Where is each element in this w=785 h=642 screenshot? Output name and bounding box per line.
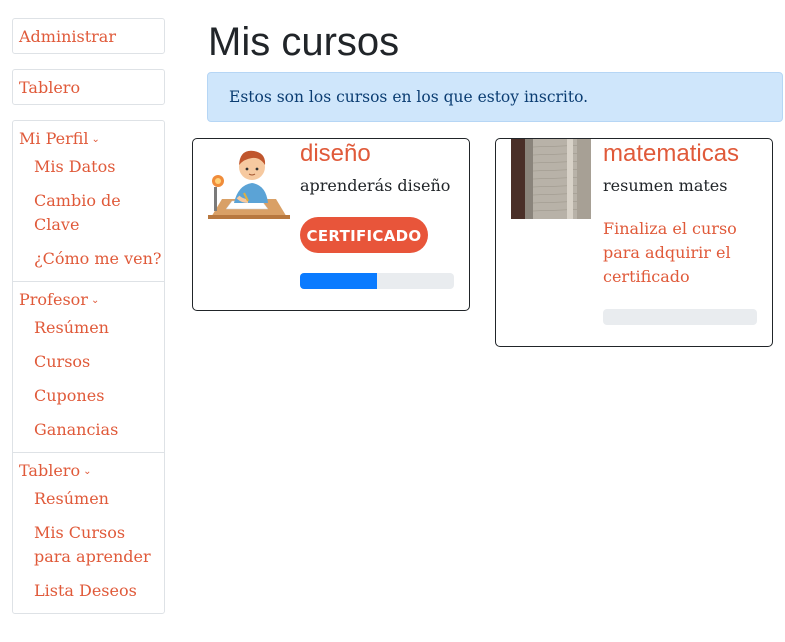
sidebar-item-cursos[interactable]: Cursos [13, 350, 90, 374]
certificate-button[interactable]: CERTIFICADO [300, 217, 428, 253]
course-thumbnail-notebook[interactable] [511, 139, 591, 219]
sidebar-item-cambio-clave[interactable]: Cambio de Clave [13, 189, 144, 237]
divider [13, 452, 164, 453]
info-alert: Estos son los cursos en los que estoy in… [207, 72, 783, 122]
sidebar-box-tablero: Tablero [12, 69, 165, 105]
chevron-down-icon: ⌄ [91, 134, 100, 145]
sidebar-section-tablero[interactable]: Tablero ⌄ [13, 460, 91, 483]
sidebar-item-administrar[interactable]: Administrar [13, 26, 164, 48]
sidebar-item-mis-cursos[interactable]: Mis Cursos para aprender [13, 521, 154, 569]
sidebar-menu: Mi Perfil ⌄ Mis Datos Cambio de Clave ¿Có… [12, 120, 165, 614]
sidebar-section-label: Tablero [19, 461, 81, 480]
course-title[interactable]: diseño [300, 140, 371, 168]
progress-fill [300, 273, 377, 289]
course-card: diseño aprenderás diseño CERTIFICADO [192, 138, 470, 311]
sidebar-section-mi-perfil[interactable]: Mi Perfil ⌄ [13, 128, 100, 151]
sidebar-item-resumen[interactable]: Resúmen [13, 487, 109, 511]
chevron-down-icon: ⌄ [83, 466, 92, 477]
chevron-down-icon: ⌄ [90, 295, 100, 306]
sidebar-item-ganancias[interactable]: Ganancias [13, 418, 118, 442]
sidebar-section-label: Profesor [19, 290, 88, 309]
course-description: resumen mates [603, 176, 728, 195]
course-thumbnail-boy-drawing[interactable] [208, 143, 290, 219]
sidebar-item-mis-datos[interactable]: Mis Datos [13, 155, 115, 179]
page-title: Mis cursos [208, 20, 400, 64]
sidebar-item-tablero[interactable]: Tablero [13, 77, 164, 99]
sidebar-section-profesor[interactable]: Profesor ⌄ [13, 289, 99, 312]
course-description: aprenderás diseño [300, 176, 451, 195]
sidebar-item-cupones[interactable]: Cupones [13, 384, 104, 408]
sidebar-item-lista-deseos[interactable]: Lista Deseos [13, 579, 137, 603]
sidebar-section-label: Mi Perfil [19, 129, 89, 148]
course-progress-bar [300, 273, 454, 289]
sidebar-item-resumen[interactable]: Resúmen [13, 316, 109, 340]
sidebar-box-administrar: Administrar [12, 18, 165, 54]
course-progress-bar [603, 309, 757, 325]
finish-course-note: Finaliza el curso para adquirir el certi… [603, 219, 737, 286]
course-title[interactable]: matematicas [603, 140, 739, 168]
sidebar-item-como-me-ven[interactable]: ¿Cómo me ven? [13, 247, 161, 271]
course-card: matematicas resumen mates Finaliza el cu… [495, 138, 773, 347]
divider [13, 281, 164, 282]
